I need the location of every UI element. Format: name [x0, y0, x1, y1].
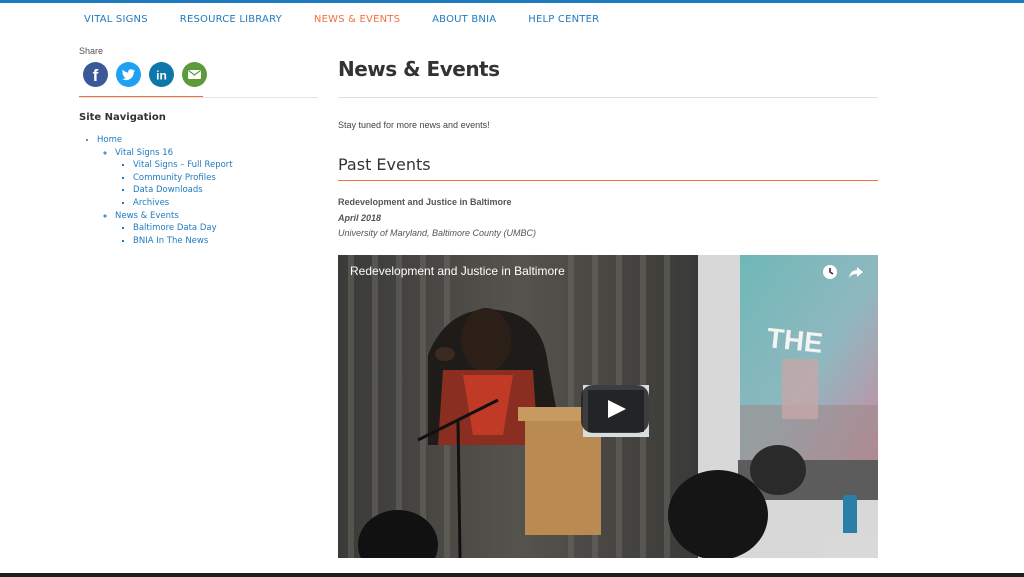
tree-link-home[interactable]: Home [97, 135, 122, 145]
tree-link-vital-signs[interactable]: Vital Signs 16 [115, 148, 173, 158]
title-divider [338, 97, 878, 98]
share-icon[interactable] [848, 264, 864, 280]
tree-link-full-report[interactable]: Vital Signs – Full Report [133, 160, 233, 170]
lead-text: Stay tuned for more news and events! [338, 120, 490, 130]
tree-link-community-profiles[interactable]: Community Profiles [133, 173, 216, 183]
video-title: Redevelopment and Justice in Baltimore [350, 264, 565, 278]
clock-icon[interactable] [822, 264, 838, 280]
nav-vital-signs[interactable]: VITAL SIGNS [84, 14, 148, 30]
nav-news-events[interactable]: NEWS & EVENTS [314, 14, 400, 30]
video-player[interactable]: THE Redevelopment and Justice in Baltimo… [338, 255, 878, 558]
share-accent-rule [79, 96, 203, 97]
site-navigation-tree: Home Vital Signs 16 Vital Signs – Full R… [79, 134, 233, 247]
page-title: News & Events [338, 57, 500, 81]
twitter-icon[interactable] [116, 62, 141, 87]
event-location: University of Maryland, Baltimore County… [338, 228, 537, 238]
event-title: Redevelopment and Justice in Baltimore [338, 197, 512, 207]
tree-link-in-the-news[interactable]: BNIA In The News [133, 236, 208, 246]
play-icon[interactable] [581, 385, 649, 433]
facebook-icon[interactable]: f [83, 62, 108, 87]
nav-resource-library[interactable]: RESOURCE LIBRARY [180, 14, 282, 30]
email-icon[interactable] [182, 62, 207, 87]
main-nav: VITAL SIGNS RESOURCE LIBRARY NEWS & EVEN… [68, 14, 631, 30]
past-events-rule [338, 180, 878, 181]
top-accent-bar [0, 0, 1024, 3]
tree-link-data-downloads[interactable]: Data Downloads [133, 185, 203, 195]
social-share-buttons: f in [83, 62, 207, 87]
tree-link-archives[interactable]: Archives [133, 198, 169, 208]
linkedin-icon[interactable]: in [149, 62, 174, 87]
svg-text:in: in [156, 69, 167, 83]
bottom-scroll-strip [0, 573, 1024, 577]
sidebar-divider [79, 97, 318, 98]
event-date: April 2018 [338, 213, 382, 223]
nav-about-bnia[interactable]: ABOUT BNIA [432, 14, 496, 30]
svg-text:THE: THE [765, 322, 824, 359]
share-label: Share [79, 46, 104, 56]
tree-link-data-day[interactable]: Baltimore Data Day [133, 223, 217, 233]
past-events-heading: Past Events [338, 155, 431, 174]
tree-link-news-events[interactable]: News & Events [115, 211, 179, 221]
svg-text:f: f [93, 66, 99, 85]
nav-help-center[interactable]: HELP CENTER [528, 14, 599, 30]
site-navigation-title: Site Navigation [79, 112, 166, 123]
